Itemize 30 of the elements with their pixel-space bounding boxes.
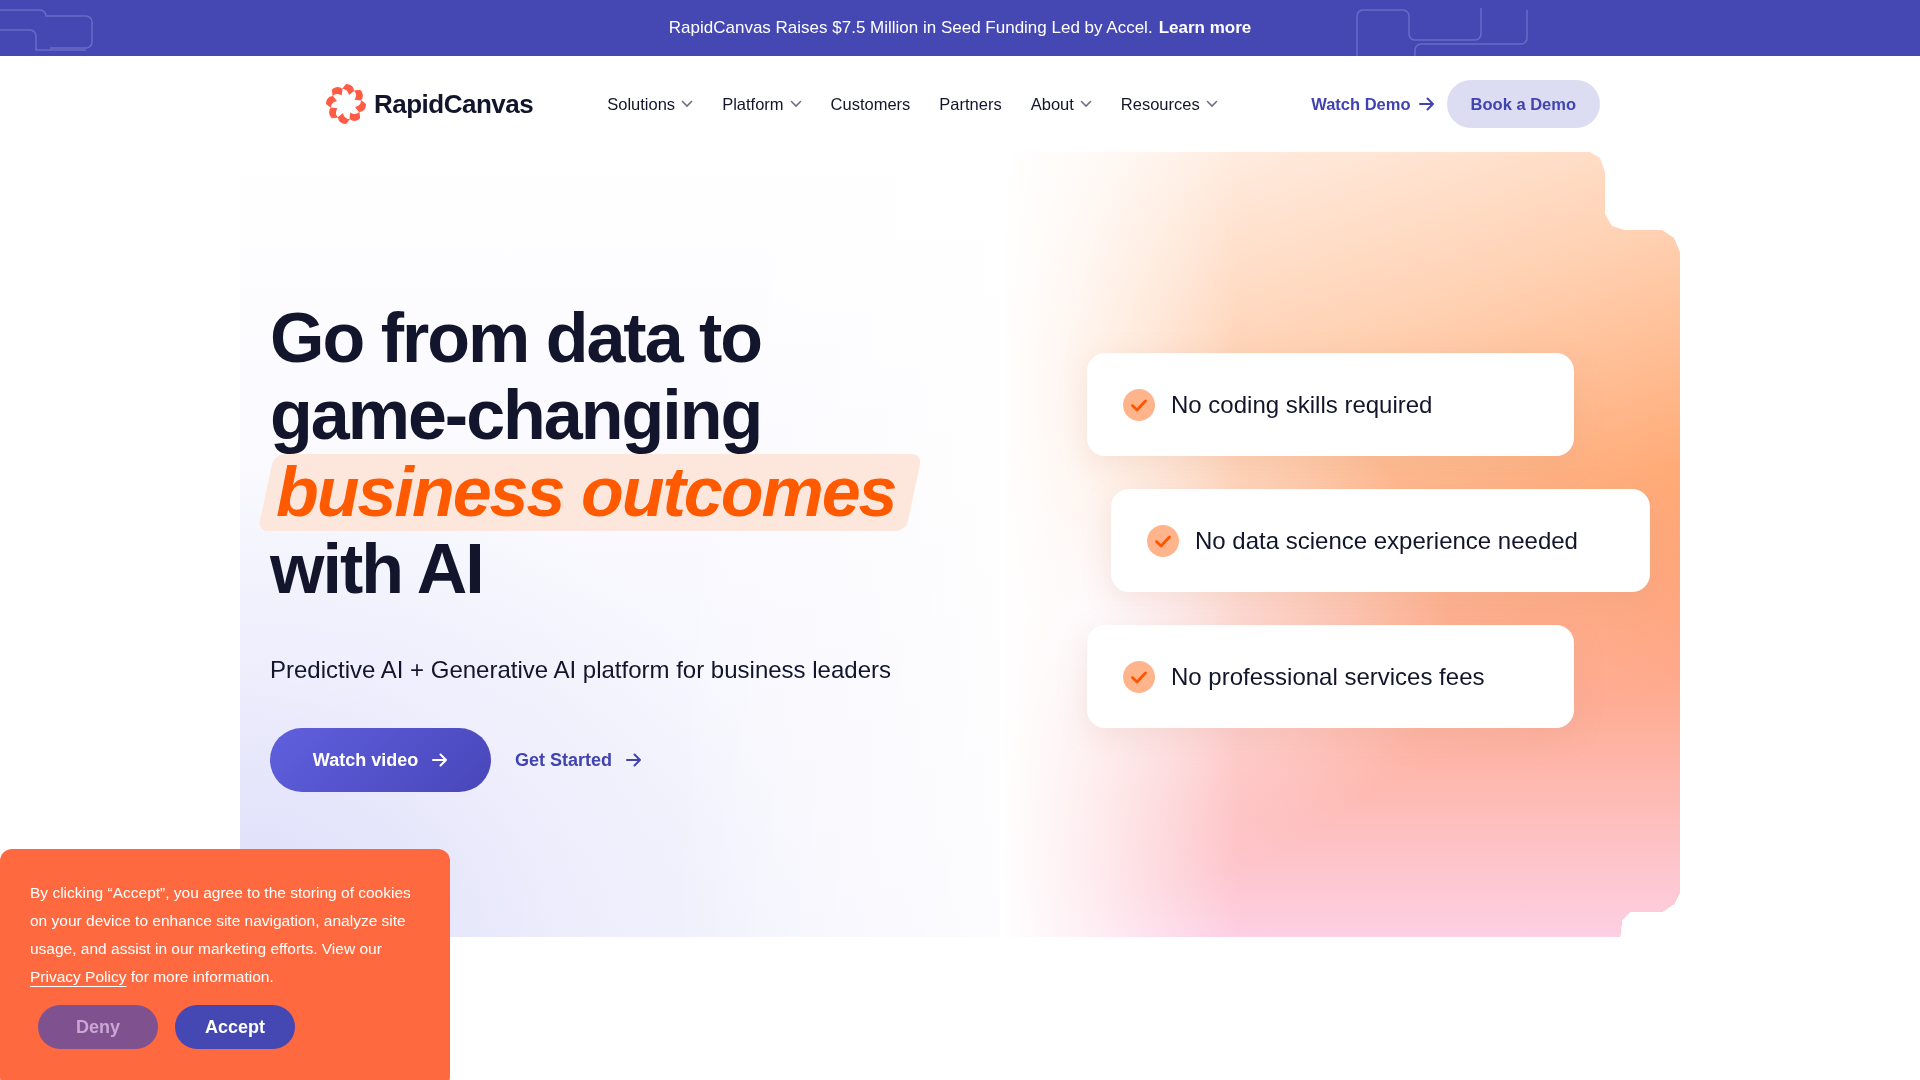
feature-text: No coding skills required [1171,389,1433,420]
arrow-right-icon [626,753,643,767]
hero-subtitle: Predictive AI + Generative AI platform for business leaders [270,655,892,685]
nav-link[interactable]: Partners [939,91,1002,117]
get-started-link[interactable]: Get Started [515,746,643,774]
check-icon [1123,660,1155,693]
nav-link[interactable]: Customers [830,91,911,117]
chevron-down-icon [789,100,802,108]
check-icon [1123,388,1155,421]
learn-more-link[interactable]: Learn more [1158,15,1252,41]
arrow-right-icon [432,753,449,767]
cookie-message: By clicking “Accept”, you agree to the storing of cookies on your device to enhance site navigation, analyze site usage, and assist in our marketing efforts. View our Privacy Policy for more information. [30,883,412,987]
check-icon [1147,524,1179,557]
chevron-down-icon [1205,100,1218,108]
announcement-text: RapidCanvas Raises $7.5 Million in Seed Funding Led by Accel. [668,17,1153,40]
watch-video-button[interactable]: Watch video [270,728,491,792]
chevron-down-icon [681,100,694,108]
nav-link[interactable]: Solutions [607,91,694,117]
hero-headline: Go from data to game-changing business outcomes with AI [258,300,944,616]
accept-button[interactable]: Accept [175,1005,295,1049]
logo-text: RapidCanvas [374,87,534,121]
feature-text: No data science experience needed [1195,525,1578,556]
watch-demo-link[interactable]: Watch Demo [1311,91,1435,117]
nav-link[interactable]: Platform [722,91,802,117]
nav-link[interactable]: Resources [1120,91,1218,117]
nav-link[interactable]: About [1030,91,1092,117]
arrow-right-icon [1418,97,1435,111]
feature-text: No professional services fees [1171,661,1485,692]
chevron-down-icon [1079,100,1092,108]
book-demo-button[interactable]: Book a Demo [1446,80,1600,128]
